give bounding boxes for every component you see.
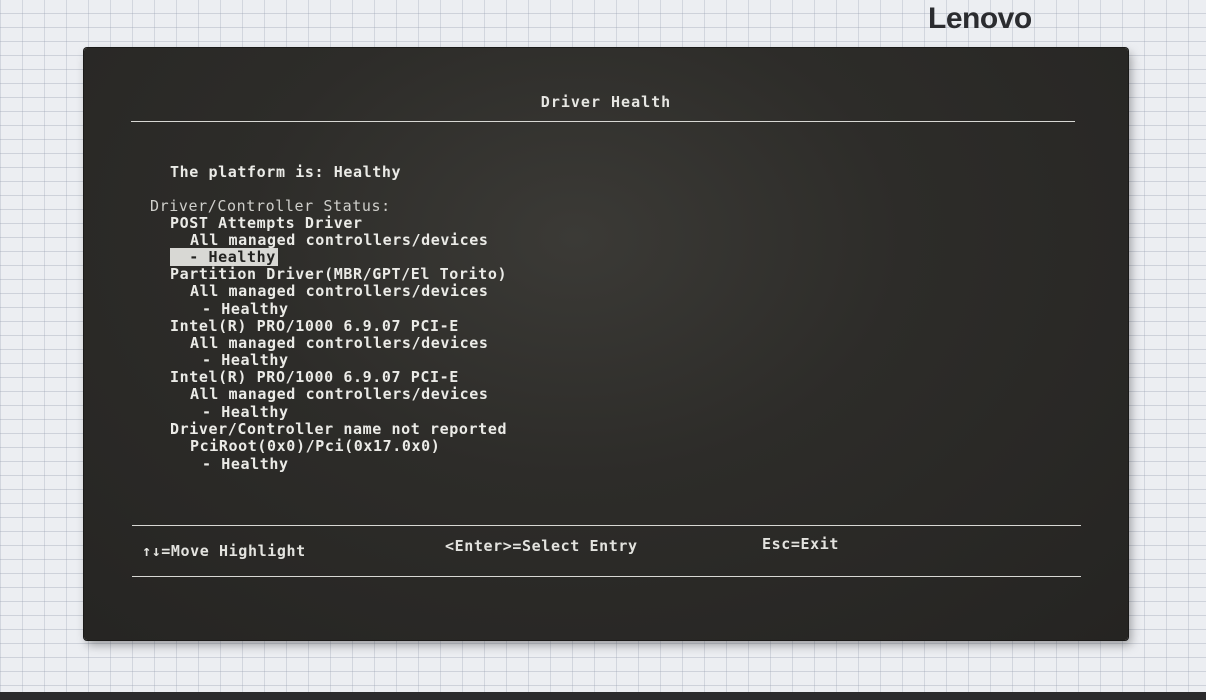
driver-name-3: Intel(R) PRO/1000 6.9.07 PCI-E: [170, 317, 459, 335]
monitor-bezel: [0, 692, 1206, 700]
platform-status: The platform is: Healthy: [170, 163, 402, 181]
driver-name-2: Partition Driver(MBR/GPT/El Torito): [170, 265, 508, 283]
health-entry-5[interactable]: - Healthy: [202, 456, 289, 473]
status-header: Driver/Controller Status:: [150, 197, 391, 215]
bios-screen: Driver Health The platform is: Healthy D…: [84, 48, 1128, 640]
health-entry-2[interactable]: - Healthy: [202, 301, 289, 318]
page-title: Driver Health: [540, 93, 672, 111]
footer-divider-bottom: [132, 576, 1081, 577]
driver-name-4: Intel(R) PRO/1000 6.9.07 PCI-E: [170, 368, 459, 386]
lenovo-logo: Lenovo: [928, 2, 1032, 35]
health-entry-3[interactable]: - Healthy: [202, 352, 289, 369]
health-entry-1[interactable]: - Healthy: [170, 248, 278, 266]
device-path-3: All managed controllers/devices: [190, 334, 489, 352]
driver-name-1: POST Attempts Driver: [170, 214, 363, 232]
driver-name-5: Driver/Controller name not reported: [170, 420, 508, 438]
select-entry-hint: <Enter>=Select Entry: [445, 537, 638, 555]
device-path-1: All managed controllers/devices: [190, 231, 489, 249]
health-entry-4[interactable]: - Healthy: [202, 404, 289, 421]
move-highlight-hint: ↑↓=Move Highlight: [142, 542, 306, 560]
title-divider: [131, 121, 1075, 122]
device-path-5: PciRoot(0x0)/Pci(0x17.0x0): [190, 437, 441, 455]
exit-hint: Esc=Exit: [762, 535, 840, 553]
footer-divider-top: [132, 525, 1081, 526]
health-status-1-selected[interactable]: - Healthy: [170, 248, 278, 266]
device-path-2: All managed controllers/devices: [190, 282, 489, 300]
device-path-4: All managed controllers/devices: [190, 385, 489, 403]
